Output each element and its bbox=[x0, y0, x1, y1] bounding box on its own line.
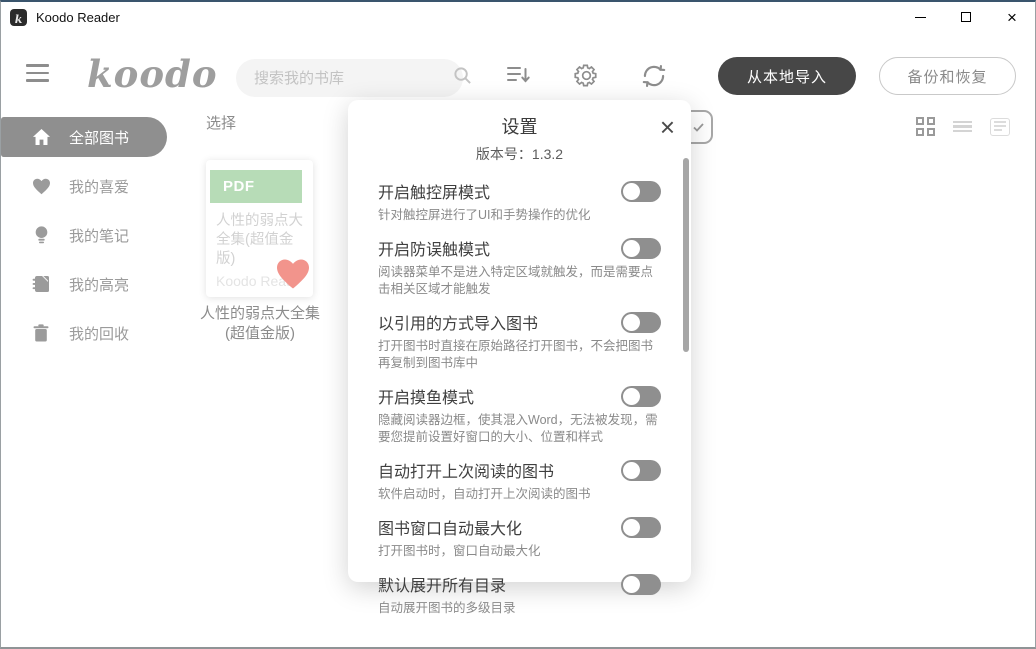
sidebar-item-icon bbox=[31, 275, 51, 293]
sync-icon[interactable] bbox=[641, 63, 667, 94]
sidebar-item[interactable]: 我的回收 bbox=[1, 313, 167, 353]
book-title[interactable]: 人性的弱点大全集(超值金版) bbox=[200, 304, 320, 344]
setting-description: 针对触控屏进行了UI和手势操作的优化 bbox=[378, 207, 661, 224]
grid-view-icon[interactable] bbox=[915, 116, 936, 137]
window-controls: × bbox=[897, 2, 1035, 32]
setting-row: 开启摸鱼模式 隐藏阅读器边框，使其混入Word，无法被发现，需要您提前设置好窗口… bbox=[378, 384, 661, 446]
list-view-icon[interactable] bbox=[952, 116, 973, 137]
sidebar-item[interactable]: 我的喜爱 bbox=[1, 166, 167, 206]
sidebar: 全部图书 我的喜爱 我的笔记 我的高亮 我的回收 bbox=[1, 117, 201, 362]
setting-description: 打开图书时直接在原始路径打开图书，不会把图书再复制到图书库中 bbox=[378, 338, 661, 372]
version-label: 版本号：1.3.2 bbox=[378, 144, 661, 164]
sidebar-item-label: 我的笔记 bbox=[69, 225, 129, 246]
sidebar-item-icon bbox=[31, 128, 51, 146]
setting-toggle[interactable] bbox=[621, 517, 661, 538]
setting-description: 软件启动时，自动打开上次阅读的图书 bbox=[378, 486, 661, 503]
backup-restore-button[interactable]: 备份和恢复 bbox=[879, 57, 1016, 95]
menu-icon[interactable] bbox=[26, 64, 49, 87]
app-logo-icon: k bbox=[10, 9, 27, 26]
setting-description: 自动展开图书的多级目录 bbox=[378, 600, 661, 617]
setting-title: 开启摸鱼模式 bbox=[378, 384, 474, 408]
search-box[interactable] bbox=[236, 59, 463, 97]
setting-title: 开启防误触模式 bbox=[378, 236, 490, 260]
setting-title: 默认展开所有目录 bbox=[378, 572, 506, 596]
sidebar-item-label: 全部图书 bbox=[69, 127, 129, 148]
setting-description: 打开图书时，窗口自动最大化 bbox=[378, 543, 661, 560]
sidebar-item-label: 我的高亮 bbox=[69, 274, 129, 295]
format-badge: PDF bbox=[210, 170, 302, 203]
close-button[interactable]: × bbox=[989, 2, 1035, 32]
titlebar: k Koodo Reader × bbox=[1, 2, 1035, 32]
setting-toggle[interactable] bbox=[621, 386, 661, 407]
setting-toggle[interactable] bbox=[621, 238, 661, 259]
maximize-button[interactable] bbox=[943, 2, 989, 32]
settings-list: 开启触控屏模式 针对触控屏进行了UI和手势操作的优化 开启防误触模式 阅读器菜单… bbox=[378, 179, 661, 617]
select-mode-label[interactable]: 选择 bbox=[206, 112, 236, 133]
koodo-logo: koodo bbox=[87, 52, 218, 96]
setting-toggle[interactable] bbox=[621, 574, 661, 595]
book-card[interactable]: PDF 人性的弱点大全集(超值金版) Koodo Read bbox=[206, 160, 313, 297]
minimize-button[interactable] bbox=[897, 2, 943, 32]
toggle-knob bbox=[623, 576, 640, 593]
sidebar-item-label: 我的回收 bbox=[69, 323, 129, 344]
toggle-knob bbox=[623, 183, 640, 200]
sort-icon[interactable] bbox=[506, 65, 531, 90]
settings-dialog: × 设置 版本号：1.3.2 开启触控屏模式 针对触控屏进行了UI和手势操作的优… bbox=[348, 100, 691, 582]
setting-row: 开启触控屏模式 针对触控屏进行了UI和手势操作的优化 bbox=[378, 179, 661, 224]
gear-icon[interactable] bbox=[573, 62, 600, 94]
dialog-close-icon[interactable]: × bbox=[660, 114, 675, 140]
sidebar-item-icon bbox=[31, 178, 51, 195]
minimize-icon bbox=[915, 17, 926, 18]
setting-title: 开启触控屏模式 bbox=[378, 179, 490, 203]
setting-title: 图书窗口自动最大化 bbox=[378, 515, 522, 539]
sidebar-item-label: 我的喜爱 bbox=[69, 176, 129, 197]
search-icon[interactable] bbox=[453, 66, 472, 90]
sidebar-item[interactable]: 我的笔记 bbox=[1, 215, 167, 255]
setting-description: 隐藏阅读器边框，使其混入Word，无法被发现，需要您提前设置好窗口的大小、位置和… bbox=[378, 412, 661, 446]
setting-row: 默认展开所有目录 自动展开图书的多级目录 bbox=[378, 572, 661, 617]
setting-row: 以引用的方式导入图书 打开图书时直接在原始路径打开图书，不会把图书再复制到图书库… bbox=[378, 310, 661, 372]
sidebar-item-icon bbox=[31, 225, 51, 245]
window-title: Koodo Reader bbox=[36, 10, 120, 25]
toggle-knob bbox=[623, 388, 640, 405]
toggle-knob bbox=[623, 314, 640, 331]
koodo-reader-window: k Koodo Reader × koodo 从本地导入 备份和恢复 bbox=[0, 0, 1036, 649]
sidebar-item[interactable]: 全部图书 bbox=[1, 117, 167, 157]
setting-toggle[interactable] bbox=[621, 181, 661, 202]
toggle-knob bbox=[623, 240, 640, 257]
detail-view-icon[interactable] bbox=[989, 116, 1010, 137]
dialog-title: 设置 bbox=[378, 113, 661, 139]
toggle-knob bbox=[623, 519, 640, 536]
setting-title: 以引用的方式导入图书 bbox=[378, 310, 538, 334]
import-local-button[interactable]: 从本地导入 bbox=[718, 57, 856, 95]
setting-description: 阅读器菜单不是进入特定区域就触发，而是需要点击相关区域才能触发 bbox=[378, 264, 661, 298]
setting-row: 自动打开上次阅读的图书 软件启动时，自动打开上次阅读的图书 bbox=[378, 458, 661, 503]
favorite-heart-icon[interactable] bbox=[275, 258, 311, 295]
maximize-icon bbox=[961, 12, 971, 22]
close-icon: × bbox=[1007, 9, 1017, 26]
search-input[interactable] bbox=[254, 70, 453, 87]
setting-row: 图书窗口自动最大化 打开图书时，窗口自动最大化 bbox=[378, 515, 661, 560]
toggle-knob bbox=[623, 462, 640, 479]
setting-title: 自动打开上次阅读的图书 bbox=[378, 458, 554, 482]
dialog-scrollbar[interactable] bbox=[683, 158, 689, 352]
setting-toggle[interactable] bbox=[621, 460, 661, 481]
view-mode-switcher bbox=[915, 116, 1010, 137]
sidebar-item-icon bbox=[31, 324, 51, 342]
setting-toggle[interactable] bbox=[621, 312, 661, 333]
setting-row: 开启防误触模式 阅读器菜单不是进入特定区域就触发，而是需要点击相关区域才能触发 bbox=[378, 236, 661, 298]
sidebar-item[interactable]: 我的高亮 bbox=[1, 264, 167, 304]
